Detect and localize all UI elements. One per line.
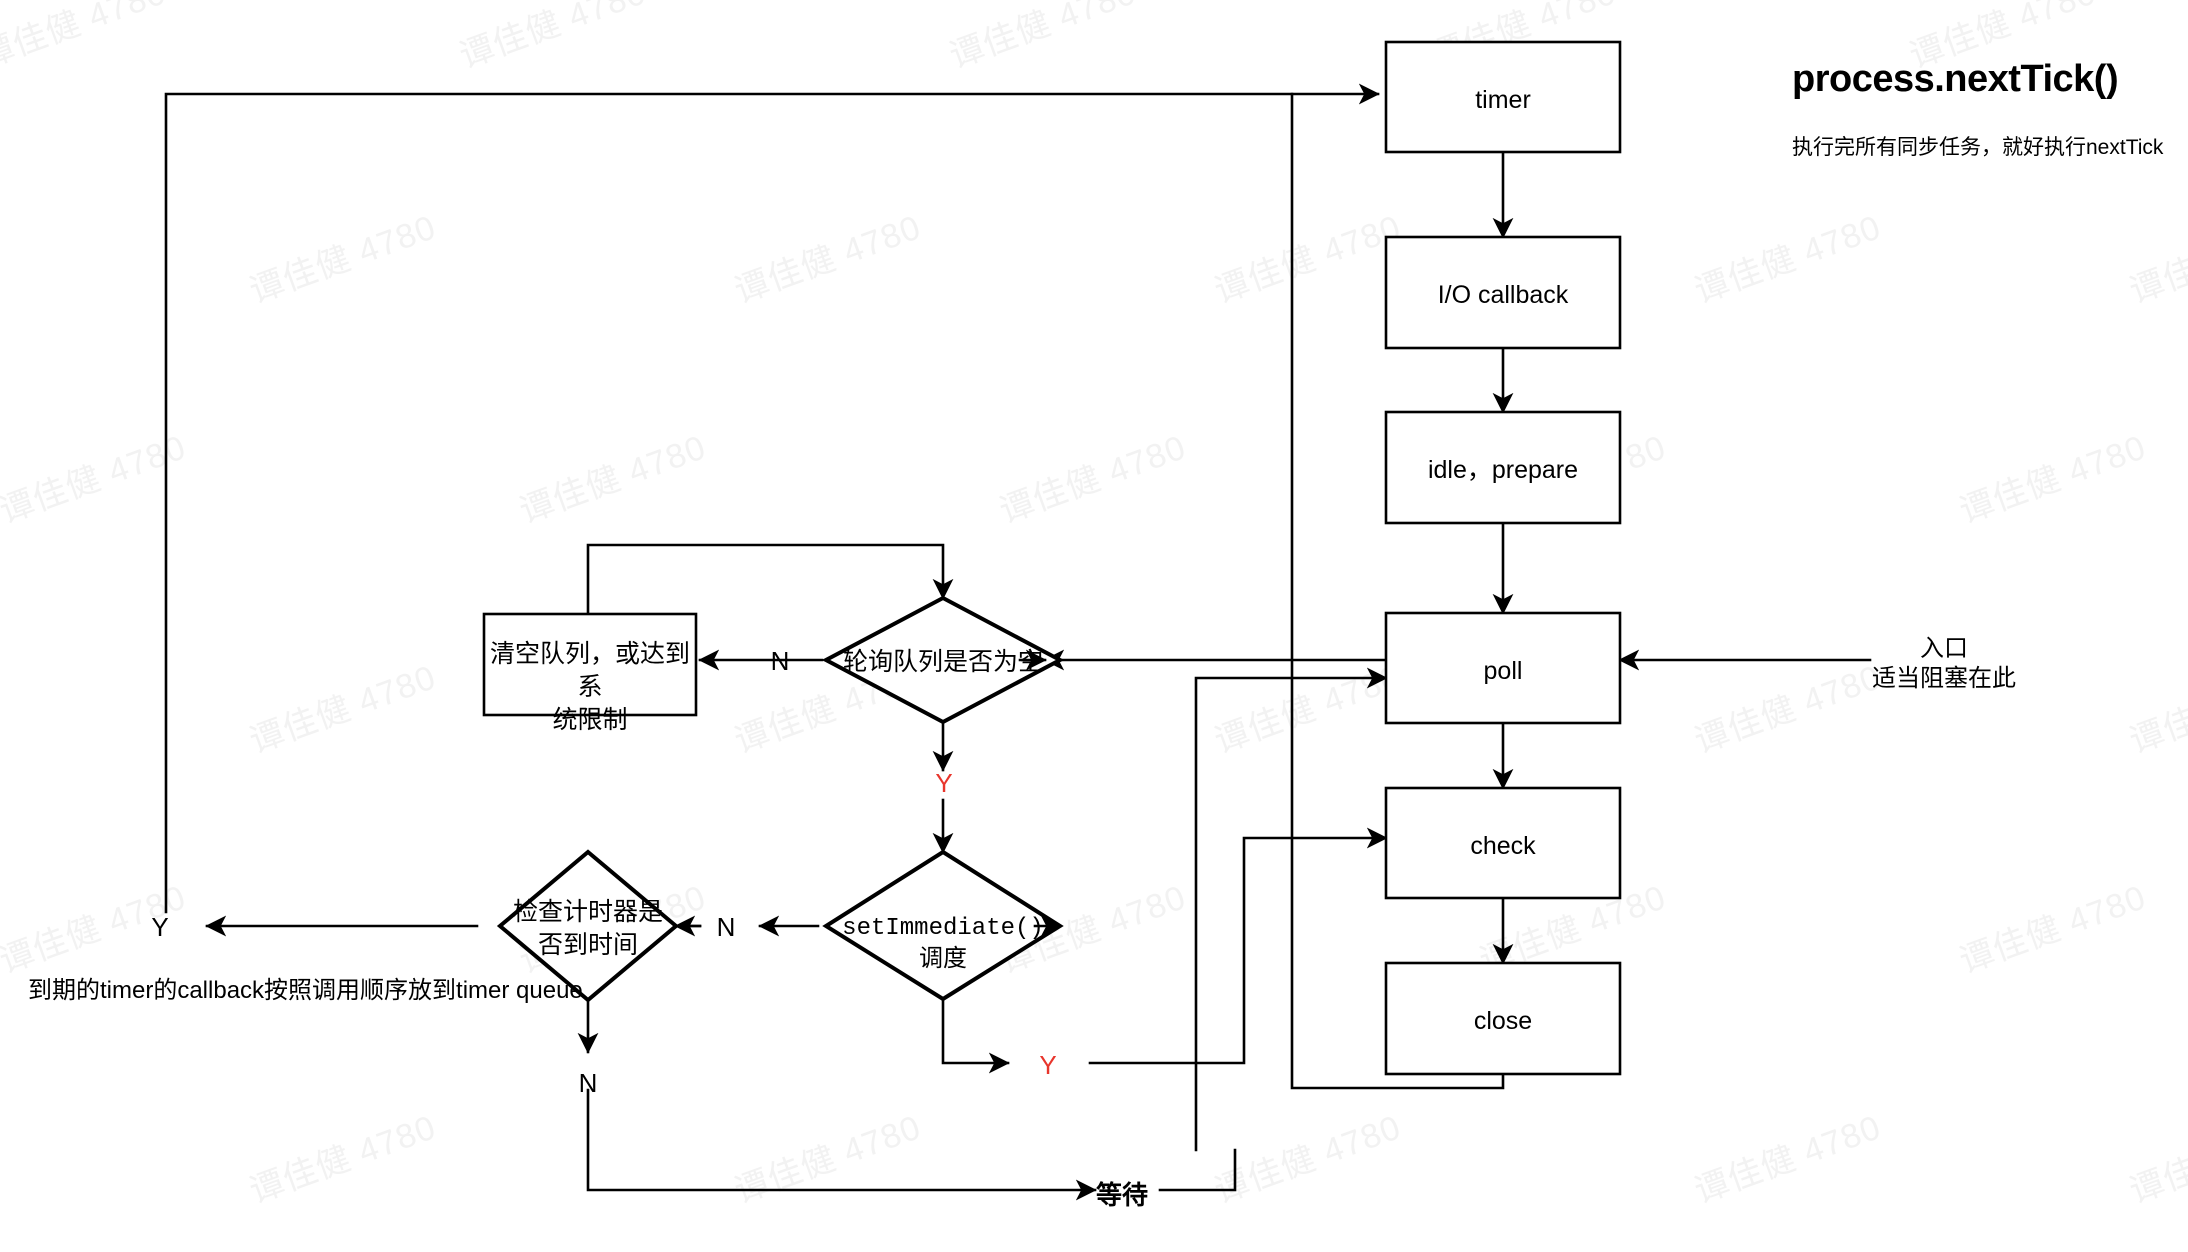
- note-entry-block: 入口 适当阻塞在此: [1872, 635, 2016, 692]
- edge-label-immediate-no: N: [716, 912, 736, 942]
- note-timer-queue: 到期的timer的callback按照调用顺序放到timer queue: [28, 977, 583, 1004]
- edge-label-poll-empty-yes: Y: [935, 768, 953, 798]
- page-title: process.nextTick(): [1792, 58, 2119, 100]
- edge-label-poll-empty-no: N: [770, 646, 790, 676]
- edge-immediate-yes-to-check: [1088, 827, 1388, 1065]
- flowchart-canvas: 谭佳健 4780 谭佳健 4780 谭佳健 4780 谭佳健 4780 谭佳健 …: [0, 0, 2188, 1252]
- diagram-vector-layer: [164, 40, 1872, 1201]
- node-io-callback-box: [1384, 235, 1622, 350]
- edge-immediate-yes-down: [941, 996, 1010, 1074]
- edge-label-timer-due-yes: Y: [151, 912, 169, 942]
- edge-label-wait: 等待: [1095, 1180, 1148, 1210]
- node-drain-queue-box: [482, 612, 698, 717]
- edge-label-immediate-yes: Y: [1039, 1050, 1057, 1080]
- edge-timerdue-no-to-wait: [586, 1088, 1097, 1201]
- edge-wait-rail-a: [1158, 1148, 1237, 1192]
- edge-label-timer-due-no: N: [578, 1068, 598, 1098]
- node-set-immediate-diamond: [822, 849, 1064, 1002]
- edge-drain-loop-back: [586, 543, 954, 616]
- node-check-box: [1384, 786, 1622, 900]
- node-timer-box: [1384, 40, 1622, 154]
- node-poll-box: [1384, 611, 1622, 725]
- page-subtitle: 执行完所有同步任务，就好执行nextTick: [1792, 136, 2164, 159]
- node-close-box: [1384, 961, 1622, 1076]
- node-idle-prepare-box: [1384, 410, 1622, 525]
